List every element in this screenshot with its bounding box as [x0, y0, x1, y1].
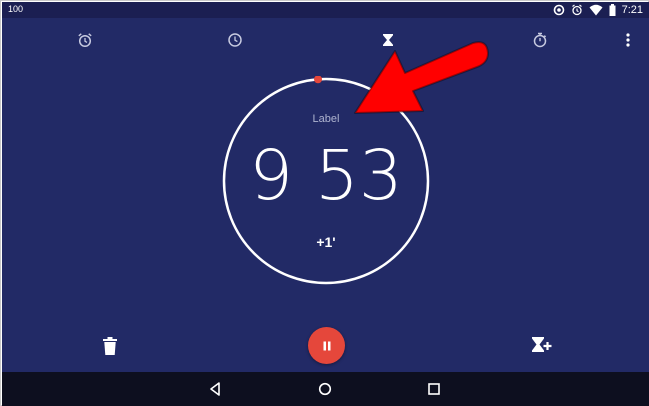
pause-icon [323, 341, 330, 350]
timer-time[interactable]: 9 53 [226, 136, 426, 216]
alarm-icon [571, 4, 582, 16]
tab-alarm[interactable] [73, 28, 97, 52]
battery-icon [609, 4, 616, 16]
add-timer-button[interactable] [530, 334, 554, 358]
wifi-icon [589, 4, 603, 16]
delete-timer-button[interactable] [98, 334, 122, 358]
screenshot-frame: 100 7:21 Label 9 53 +1' [0, 0, 649, 406]
tab-stopwatch[interactable] [528, 28, 552, 52]
alarm-icon [78, 33, 92, 48]
annotation-arrow-icon [354, 41, 489, 114]
status-left-text: 100 [8, 4, 24, 14]
tab-bar [2, 18, 649, 60]
home-icon[interactable] [315, 379, 335, 399]
status-time: 7:21 [621, 4, 643, 16]
more-vert-icon [626, 33, 630, 47]
add-timer-icon [532, 337, 552, 352]
progress-marker [314, 76, 322, 84]
tab-clock[interactable] [223, 28, 247, 52]
timer-screen: Label 9 53 +1' [2, 18, 649, 372]
pause-button[interactable] [308, 327, 345, 364]
stopwatch-icon [533, 32, 547, 48]
status-bar: 100 7:21 [2, 2, 649, 18]
add-one-minute-button[interactable]: +1' [286, 234, 366, 250]
more-options-button[interactable] [616, 28, 640, 52]
sync-icon [553, 4, 564, 16]
trash-icon [103, 337, 117, 355]
status-icons: 7:21 [553, 3, 643, 17]
recents-icon[interactable] [424, 379, 444, 399]
navigation-bar [2, 372, 649, 406]
clock-icon [228, 33, 242, 47]
back-icon[interactable] [205, 379, 225, 399]
